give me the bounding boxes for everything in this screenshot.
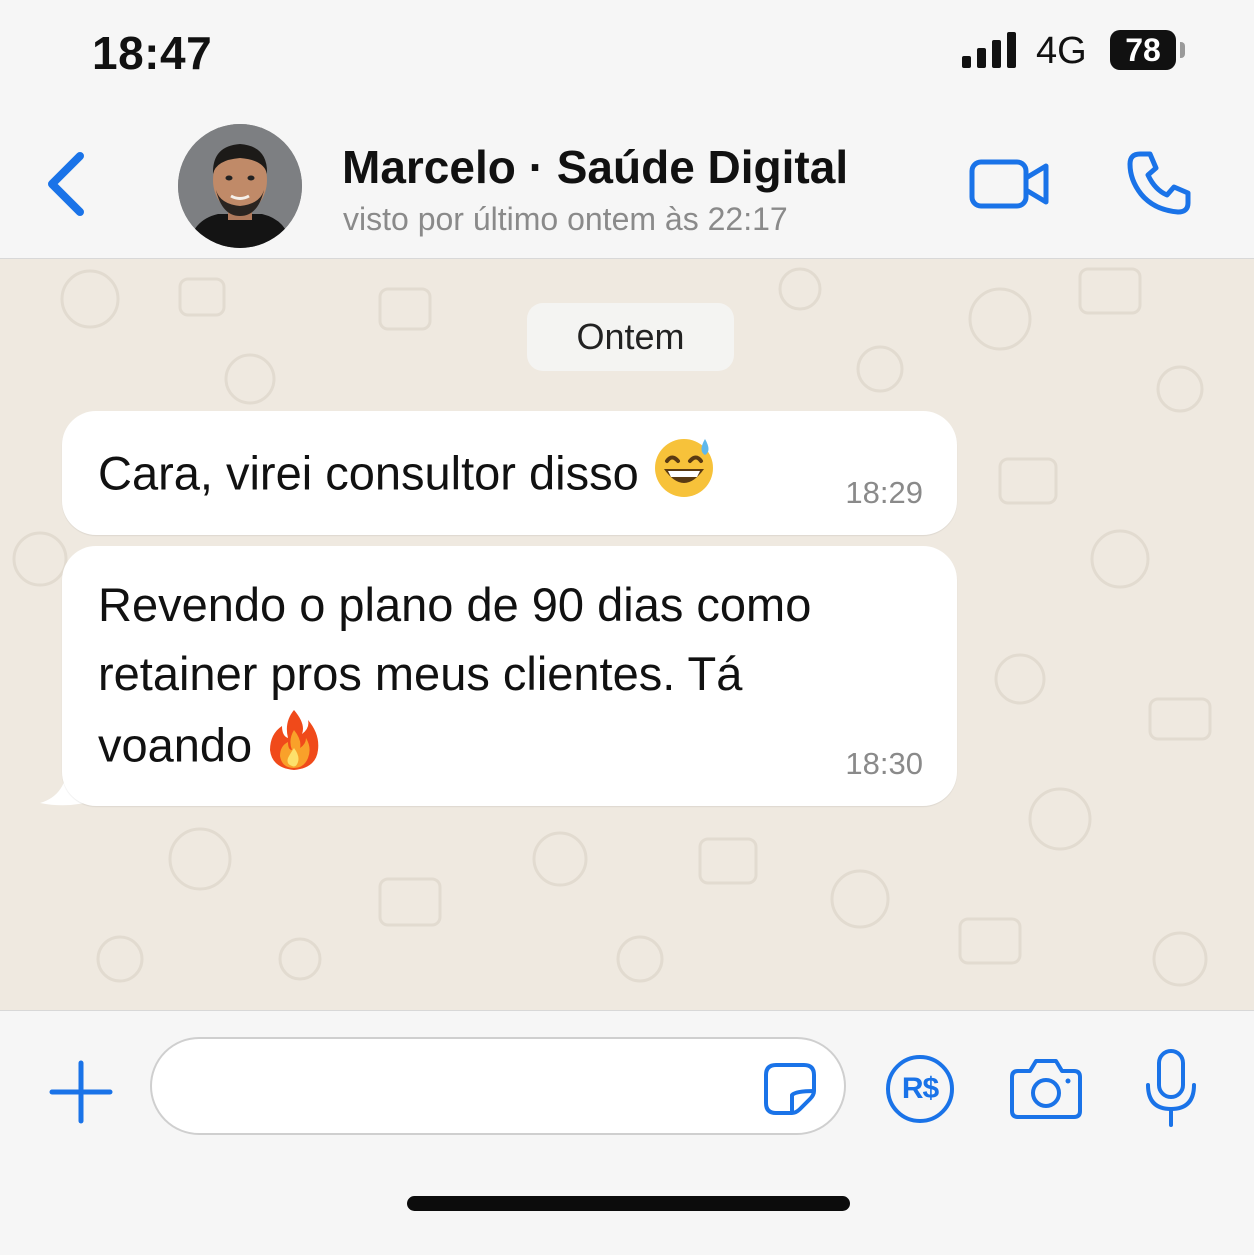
input-bar: R$ bbox=[0, 1010, 1254, 1255]
grinning-sweat-emoji bbox=[653, 437, 715, 517]
chat-area[interactable]: Ontem Cara, virei consultor disso 18:29 … bbox=[0, 259, 1254, 1010]
message-text: Cara, virei consultor disso bbox=[98, 437, 715, 517]
message-input[interactable] bbox=[150, 1037, 846, 1135]
chat-header: Marcelo · Saúde Digital visto por último… bbox=[0, 100, 1254, 259]
message-line: retainer pros meus clientes. Tá bbox=[98, 647, 743, 700]
plus-icon[interactable] bbox=[48, 1059, 114, 1125]
contact-name[interactable]: Marcelo · Saúde Digital bbox=[342, 140, 848, 194]
video-call-icon[interactable] bbox=[968, 154, 1052, 214]
message-line: Cara, virei consultor disso bbox=[98, 446, 639, 500]
battery-nub bbox=[1180, 42, 1185, 58]
battery-indicator: 78 bbox=[1110, 30, 1176, 70]
message-bubble[interactable]: Revendo o plano de 90 dias como retainer… bbox=[62, 546, 957, 806]
avatar[interactable] bbox=[178, 124, 302, 248]
status-bar: 18:47 4G 78 bbox=[0, 0, 1254, 100]
message-time: 18:29 bbox=[845, 475, 923, 510]
message-time: 18:30 bbox=[845, 746, 923, 781]
message-text: Revendo o plano de 90 dias como retainer… bbox=[98, 570, 811, 790]
chevron-left-icon[interactable] bbox=[40, 148, 96, 220]
status-time: 18:47 bbox=[92, 27, 213, 79]
last-seen-status: visto por último ontem às 22:17 bbox=[343, 201, 788, 237]
signal-bars-icon bbox=[962, 32, 1016, 68]
network-type: 4G bbox=[1036, 30, 1087, 72]
home-indicator[interactable] bbox=[407, 1196, 850, 1211]
fire-emoji bbox=[266, 708, 322, 790]
message-line: Revendo o plano de 90 dias como bbox=[98, 578, 812, 631]
payment-label[interactable]: R$ bbox=[884, 1053, 956, 1125]
microphone-icon[interactable] bbox=[1140, 1049, 1202, 1129]
avatar-photo bbox=[178, 124, 302, 248]
phone-call-icon[interactable] bbox=[1124, 148, 1194, 218]
message-line: voando bbox=[98, 718, 253, 772]
message-bubble[interactable]: Cara, virei consultor disso 18:29 bbox=[62, 411, 957, 535]
sticker-icon[interactable] bbox=[762, 1061, 818, 1117]
camera-icon[interactable] bbox=[1008, 1055, 1084, 1121]
date-separator: Ontem bbox=[527, 303, 734, 371]
